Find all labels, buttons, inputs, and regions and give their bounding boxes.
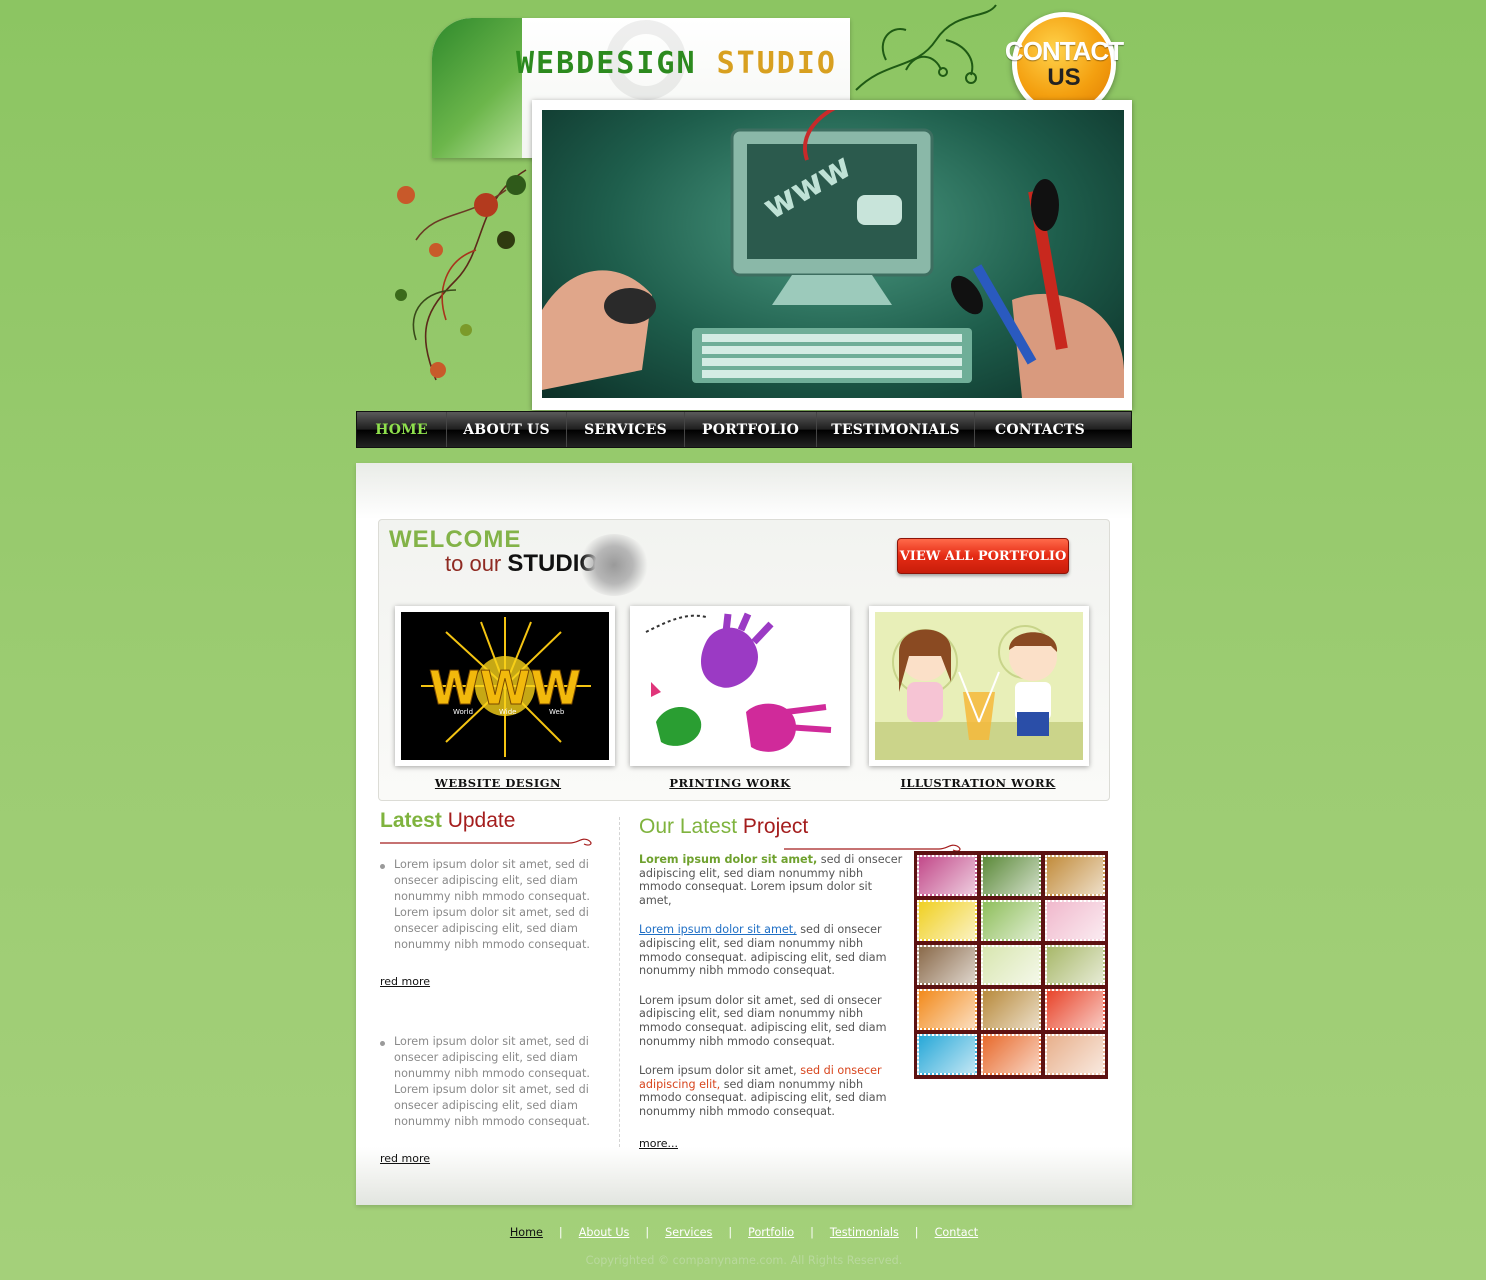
latest-update-title: Latest Update xyxy=(380,809,596,846)
hero-image: www xyxy=(542,110,1124,398)
welcome-heading: WELCOME to our STUDIO xyxy=(389,528,649,596)
project-stamp-thumbnail[interactable] xyxy=(981,855,1041,896)
column-divider xyxy=(619,817,620,1147)
project-stamp-thumbnail[interactable] xyxy=(1045,989,1105,1031)
title-underline-swirl-icon xyxy=(380,838,592,846)
www-sublabel-web: Web xyxy=(549,708,565,716)
thumb-website-design[interactable]: WWW World Wide Web xyxy=(395,606,615,766)
nav-testimonials[interactable]: TESTIMONIALS xyxy=(817,412,975,447)
www-sublabel-wide: Wide xyxy=(499,708,516,716)
project-bold-lead: Lorem ipsum dolor sit amet, xyxy=(639,853,818,866)
project-stamp-thumbnail[interactable] xyxy=(1045,855,1105,896)
logo-word-studio: STUDIO xyxy=(716,46,837,81)
project-stamp-thumbnail[interactable] xyxy=(917,899,977,941)
contact-us-line2: US xyxy=(1047,64,1081,91)
logo-word-webdesign: WEBDESIGN xyxy=(516,46,697,81)
copyright-text: Copyrighted © companyname.com. All Right… xyxy=(585,1254,903,1267)
project-stamp-thumbnail[interactable] xyxy=(981,899,1041,941)
content-panel: WELCOME to our STUDIO VIEW ALL PORTFOLIO xyxy=(356,463,1132,1205)
project-stamp-thumbnail[interactable] xyxy=(1045,1034,1105,1075)
hero-image-frame: www xyxy=(532,100,1132,410)
footer-link-home[interactable]: Home xyxy=(494,1226,559,1239)
project-inline-link[interactable]: Lorem ipsum dolor sit amet, xyxy=(639,923,797,936)
nav-about-us[interactable]: ABOUT US xyxy=(447,412,567,447)
www-burst-graphic: WWW World Wide Web xyxy=(421,617,591,757)
project-paragraph: Lorem ipsum dolor sit amet, sed di onsec… xyxy=(639,853,903,907)
footer-navigation: Home | About Us | Services | Portfolio | Tes… xyxy=(356,1222,1132,1242)
nav-services[interactable]: SERVICES xyxy=(567,412,685,447)
thumb-image-handprints xyxy=(636,612,844,760)
grunge-top-decoration xyxy=(356,463,1132,519)
read-more-link[interactable]: red more xyxy=(380,1152,596,1165)
latest-project-title: Our Latest Project xyxy=(639,815,961,852)
project-text: Lorem ipsum dolor sit amet, xyxy=(639,1064,801,1078)
contact-us-line1: CONTACT xyxy=(1004,36,1124,66)
site-logo[interactable]: WEBDESIGN STUDIO xyxy=(516,46,837,81)
thumb-printing-work[interactable] xyxy=(630,606,850,766)
project-stamp-thumbnail[interactable] xyxy=(917,989,977,1031)
header: WEBDESIGN STUDIO CONTACT US www xyxy=(356,0,1132,412)
footer-link-about-us[interactable]: About Us xyxy=(563,1226,646,1239)
thumb-image-www: WWW World Wide Web xyxy=(401,612,609,760)
handprints-graphic xyxy=(645,612,832,752)
www-sublabel-world: World xyxy=(453,708,473,716)
more-link[interactable]: more... xyxy=(639,1137,903,1150)
project-stamp-thumbnail[interactable] xyxy=(917,944,977,986)
thumb-label-printing-work[interactable]: PRINTING WORK xyxy=(630,776,830,790)
read-more-link[interactable]: red more xyxy=(380,975,596,988)
thumb-illustration-work[interactable] xyxy=(869,606,1089,766)
thumb-label-website-design[interactable]: WEBSITE DESIGN xyxy=(395,776,601,790)
footer-link-contact[interactable]: Contact xyxy=(919,1226,995,1239)
project-stamp-gallery xyxy=(914,851,1108,1079)
project-stamp-thumbnail[interactable] xyxy=(981,944,1041,986)
project-stamp-thumbnail[interactable] xyxy=(917,855,977,896)
nav-contacts[interactable]: CONTACTS xyxy=(975,412,1105,447)
project-stamp-thumbnail[interactable] xyxy=(981,1034,1041,1075)
www-letters: WWW xyxy=(429,661,581,715)
latest-project-title-word1: Our Latest xyxy=(639,815,738,838)
flower-decoration xyxy=(395,169,527,381)
latest-update-title-word1: Latest xyxy=(380,809,442,832)
project-stamp-thumbnail[interactable] xyxy=(917,1034,977,1075)
footer-link-testimonials[interactable]: Testimonials xyxy=(814,1226,915,1239)
latest-project-section: Our Latest Project Lorem ipsum dolor sit… xyxy=(639,815,961,1150)
footer-link-services[interactable]: Services xyxy=(649,1226,728,1239)
project-paragraph: Lorem ipsum dolor sit amet, sed di onsec… xyxy=(639,923,903,977)
paint-splash-decoration xyxy=(579,534,649,596)
latest-update-title-word2: Update xyxy=(447,809,516,832)
update-item: Lorem ipsum dolor sit amet, sed di onsec… xyxy=(380,1034,596,1130)
project-paragraph: Lorem ipsum dolor sit amet, sed di onsec… xyxy=(639,1064,903,1118)
view-all-portfolio-button[interactable]: VIEW ALL PORTFOLIO xyxy=(897,538,1069,574)
nav-home[interactable]: HOME xyxy=(357,412,447,447)
hero-illustration: www xyxy=(542,110,1124,398)
thumb-label-illustration-work[interactable]: ILLUSTRATION WORK xyxy=(875,776,1081,790)
project-stamp-thumbnail[interactable] xyxy=(1045,944,1105,986)
project-stamp-thumbnail[interactable] xyxy=(1045,899,1105,941)
thumb-image-cartoon xyxy=(875,612,1083,760)
welcome-prefix: to our xyxy=(445,551,502,576)
footer-link-portfolio[interactable]: Portfolio xyxy=(732,1226,810,1239)
cartoon-couple-graphic xyxy=(875,625,1083,760)
floral-swirl-decoration xyxy=(855,4,997,91)
project-stamp-thumbnail[interactable] xyxy=(981,989,1041,1031)
project-paragraph: Lorem ipsum dolor sit amet, sed di onsec… xyxy=(639,993,887,1048)
nav-portfolio[interactable]: PORTFOLIO xyxy=(685,412,817,447)
update-item: Lorem ipsum dolor sit amet, sed di onsec… xyxy=(380,857,596,953)
welcome-section: WELCOME to our STUDIO VIEW ALL PORTFOLIO xyxy=(378,519,1110,801)
latest-project-title-word2: Project xyxy=(742,815,809,838)
page-curl-decoration xyxy=(432,18,522,158)
main-navigation: HOME ABOUT US SERVICES PORTFOLIO TESTIMO… xyxy=(356,411,1132,448)
latest-update-section: Latest Update Lorem ipsum dolor sit amet… xyxy=(380,809,596,1165)
